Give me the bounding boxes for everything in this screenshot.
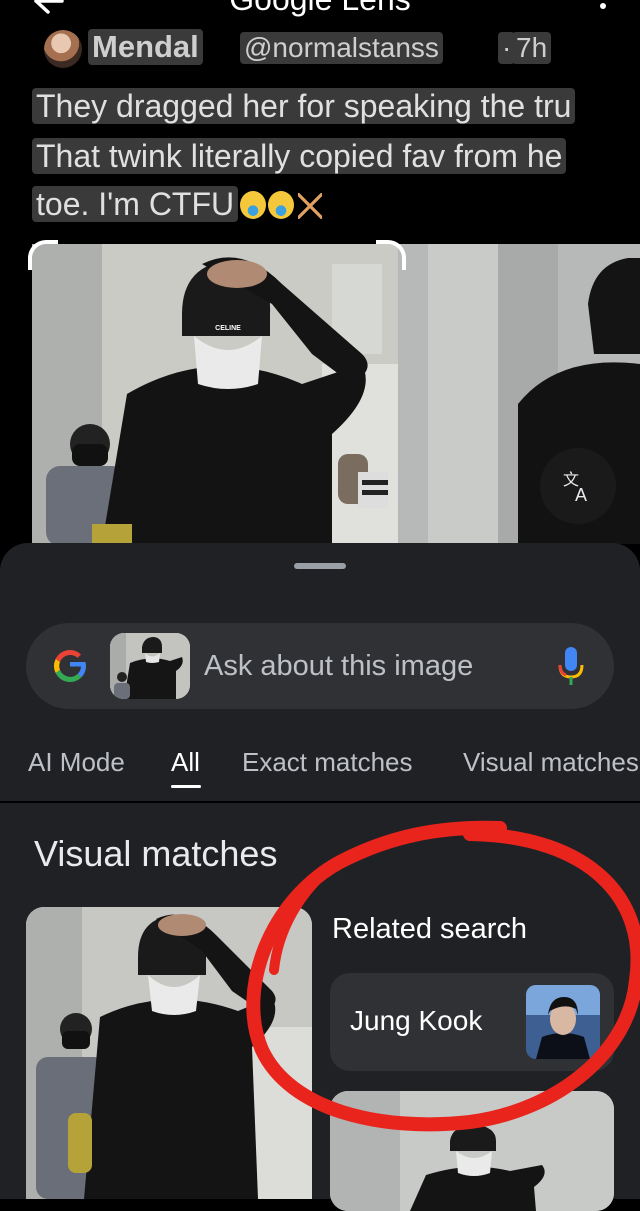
thumbnail-illustration xyxy=(110,633,190,699)
related-search-title: Related search xyxy=(332,913,528,945)
tweet-text-line: That twink literally copied fav from he xyxy=(32,138,567,174)
thumbnail-illustration xyxy=(526,985,600,1059)
results-bottom-sheet[interactable]: AI Mode All Exact matches Visual matches… xyxy=(0,543,640,1211)
author-name: Mendal xyxy=(88,29,203,65)
tweet-text-line-last: toe. I'm CTFU xyxy=(32,186,323,222)
query-image-thumbnail[interactable] xyxy=(110,633,190,699)
tab-ai-mode[interactable]: AI Mode xyxy=(28,747,125,778)
translate-icon: 文 A xyxy=(563,471,587,503)
related-search-thumbnail xyxy=(526,985,600,1059)
tweet-photo-selected[interactable]: CELINE xyxy=(32,244,398,544)
author-handle: @normalstanss xyxy=(240,32,443,64)
section-title: Visual matches xyxy=(34,833,278,874)
mic-icon[interactable] xyxy=(556,645,586,687)
tweet-time: 7h xyxy=(512,32,552,64)
tabs-divider xyxy=(0,801,640,803)
crop-corner-top-left[interactable] xyxy=(28,240,58,270)
visual-match-result[interactable] xyxy=(26,907,312,1199)
related-search-chip[interactable]: Jung Kook xyxy=(330,973,614,1071)
google-g-icon xyxy=(53,650,87,683)
search-bar[interactable] xyxy=(26,623,614,709)
search-input[interactable] xyxy=(204,647,534,685)
svg-text:A: A xyxy=(575,485,587,503)
tab-exact-matches[interactable]: Exact matches xyxy=(242,747,413,778)
drag-handle[interactable] xyxy=(294,563,346,569)
tweet-text-line: They dragged her for speaking the tru xyxy=(32,88,576,124)
tab-visual-matches[interactable]: Visual matches xyxy=(463,747,639,778)
photo-illustration: CELINE xyxy=(32,244,398,544)
folded-hands-emoji-icon xyxy=(298,193,323,219)
avatar xyxy=(44,30,82,68)
top-app-bar: Google Lens xyxy=(0,0,640,18)
result-illustration xyxy=(26,907,312,1199)
cap-logo: CELINE xyxy=(215,325,241,332)
tweet-screenshot[interactable]: Mendal @normalstanss · 7h They dragged h… xyxy=(26,18,640,544)
tab-all[interactable]: All xyxy=(171,747,200,778)
active-tab-indicator xyxy=(171,785,201,788)
translate-button[interactable]: 文 A xyxy=(540,448,616,524)
related-search-label: Jung Kook xyxy=(350,1005,483,1036)
crying-emoji-icon xyxy=(240,191,267,219)
crying-emoji-icon xyxy=(268,191,295,219)
more-vert-icon[interactable] xyxy=(598,0,608,14)
result-tabs: AI Mode All Exact matches Visual matches xyxy=(0,739,640,799)
tweet-text-line: toe. I'm CTFU xyxy=(32,186,239,222)
result-illustration xyxy=(330,1091,614,1211)
visual-match-result[interactable] xyxy=(330,1091,614,1211)
app-title: Google Lens xyxy=(0,0,640,16)
